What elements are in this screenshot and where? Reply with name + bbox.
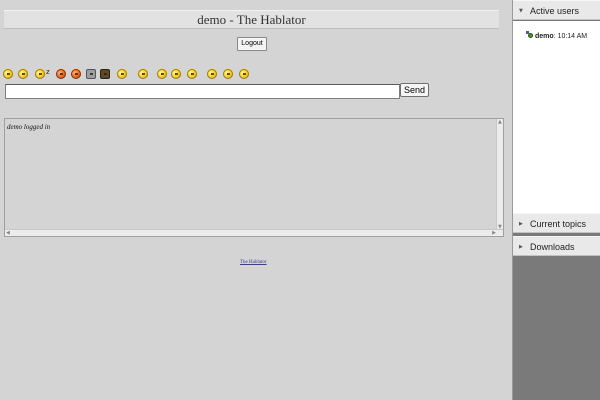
emoticon-toolbar: z [3, 68, 273, 81]
user-time: 10:14 AM [557, 33, 588, 40]
vertical-scrollbar[interactable]: ▲ ▼ [496, 119, 503, 230]
chat-log-line: demo logged in [7, 123, 51, 131]
sunglasses-emoticon-icon[interactable] [223, 69, 233, 79]
expand-arrow-icon: ▶ [519, 221, 523, 227]
chat-log[interactable]: demo logged in ▲ ▼ ◀ ▶ [4, 118, 504, 237]
angry-emoticon-icon[interactable] [71, 69, 81, 79]
collapse-arrow-icon: ▼ [519, 8, 523, 14]
downloads-label: Downloads [530, 242, 575, 252]
smile-emoticon-icon[interactable] [3, 69, 13, 79]
user-status-icon [526, 31, 534, 39]
silly-emoticon-icon[interactable] [187, 69, 197, 79]
pirate-emoticon-icon[interactable] [100, 69, 110, 79]
send-button[interactable]: Send [400, 83, 429, 97]
sidebar: ▼ Active users demo: 10:14 AM ▶ Current … [512, 0, 600, 400]
scroll-left-icon[interactable]: ◀ [6, 230, 10, 236]
cool-emoticon-icon[interactable] [117, 69, 127, 79]
laugh-emoticon-icon[interactable] [239, 69, 249, 79]
page-title: demo - The Hablator [4, 10, 499, 29]
no-emoticon-icon[interactable] [56, 69, 66, 79]
happy-emoticon-icon[interactable] [157, 69, 167, 79]
active-users-panel: demo: 10:14 AM [513, 21, 600, 214]
message-input[interactable] [5, 84, 400, 99]
robot-emoticon-icon[interactable] [86, 69, 96, 79]
user-name[interactable]: demo [535, 33, 554, 40]
sleepy-emoticon-icon[interactable]: z [35, 68, 50, 79]
current-topics-header[interactable]: ▶ Current topics [513, 213, 600, 233]
logout-button[interactable]: Logout [237, 37, 267, 51]
surprised-emoticon-icon[interactable] [207, 69, 217, 79]
user-entry: demo: 10:14 AM [526, 31, 596, 42]
scroll-up-icon[interactable]: ▲ [498, 119, 502, 125]
active-users-header[interactable]: ▼ Active users [513, 0, 600, 20]
shocked-emoticon-icon[interactable] [138, 69, 148, 79]
downloads-header[interactable]: ▶ Downloads [513, 236, 600, 256]
footer-link[interactable]: The Hablator [240, 260, 267, 265]
wink-emoticon-icon[interactable] [171, 69, 181, 79]
scroll-right-icon[interactable]: ▶ [492, 230, 496, 236]
current-topics-label: Current topics [530, 219, 587, 229]
grin-emoticon-icon[interactable] [18, 69, 28, 79]
horizontal-scrollbar[interactable]: ◀ ▶ [5, 229, 503, 236]
expand-arrow-icon: ▶ [519, 244, 523, 250]
active-users-label: Active users [530, 6, 580, 16]
